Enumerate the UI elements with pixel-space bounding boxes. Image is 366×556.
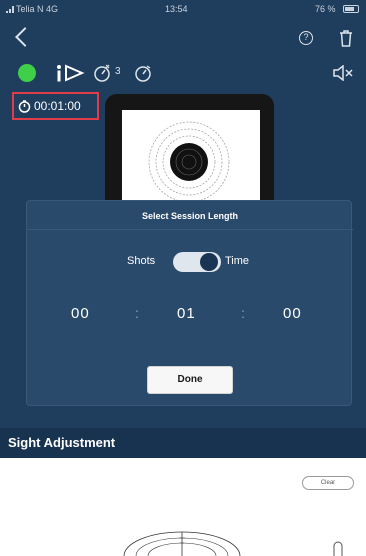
done-button[interactable]: Done: [147, 366, 233, 394]
section-title: Sight Adjustment: [8, 435, 116, 450]
mode-time-label[interactable]: Time: [225, 255, 249, 267]
session-toolbar: 3: [0, 60, 366, 86]
timer-value: 00:01:00: [34, 99, 81, 113]
nav-bar: ?: [0, 22, 366, 56]
signal-icon: [6, 6, 15, 13]
clear-button[interactable]: Clear: [302, 476, 354, 490]
session-length-dialog: Select Session Length Shots Time 00 : 01…: [26, 200, 353, 406]
minutes-field[interactable]: 01: [177, 305, 196, 322]
back-icon[interactable]: [15, 27, 35, 47]
timer-icon[interactable]: [133, 63, 153, 83]
sight-scope-icon: [123, 531, 241, 556]
status-bar: Telia N 4G 13:54 76 %: [0, 0, 366, 20]
app-screen: Telia N 4G 13:54 76 % ? 3 00:01:00 Selec…: [0, 0, 366, 556]
mode-selector: Shots Time: [27, 252, 353, 272]
shot-count: 3: [115, 66, 121, 77]
time-separator: :: [135, 305, 139, 321]
trash-icon[interactable]: [339, 30, 353, 47]
toggle-knob: [200, 253, 218, 271]
mute-icon[interactable]: [332, 65, 354, 81]
dialog-divider: [27, 229, 353, 230]
clock-label: 13:54: [165, 4, 188, 14]
target-icon: [148, 121, 230, 203]
carrier-label: Telia N 4G: [16, 4, 59, 14]
hours-field[interactable]: 00: [71, 305, 90, 322]
connection-status-dot: [18, 64, 36, 82]
mode-toggle[interactable]: [173, 252, 221, 272]
shots-timer-icon[interactable]: [92, 63, 112, 83]
play-info-icon[interactable]: [56, 64, 88, 82]
stopwatch-icon: [18, 99, 31, 113]
session-timer[interactable]: 00:01:00: [12, 92, 99, 120]
help-icon[interactable]: ?: [299, 31, 313, 45]
mode-shots-label[interactable]: Shots: [127, 255, 155, 267]
adjustment-knob-icon[interactable]: [332, 540, 344, 556]
sight-adjustment-header: Sight Adjustment: [0, 428, 366, 458]
dialog-title: Select Session Length: [141, 211, 239, 221]
time-separator: :: [241, 305, 245, 321]
seconds-field[interactable]: 00: [283, 305, 302, 322]
battery-percent: 76 %: [315, 4, 336, 14]
battery-icon: [343, 5, 359, 13]
